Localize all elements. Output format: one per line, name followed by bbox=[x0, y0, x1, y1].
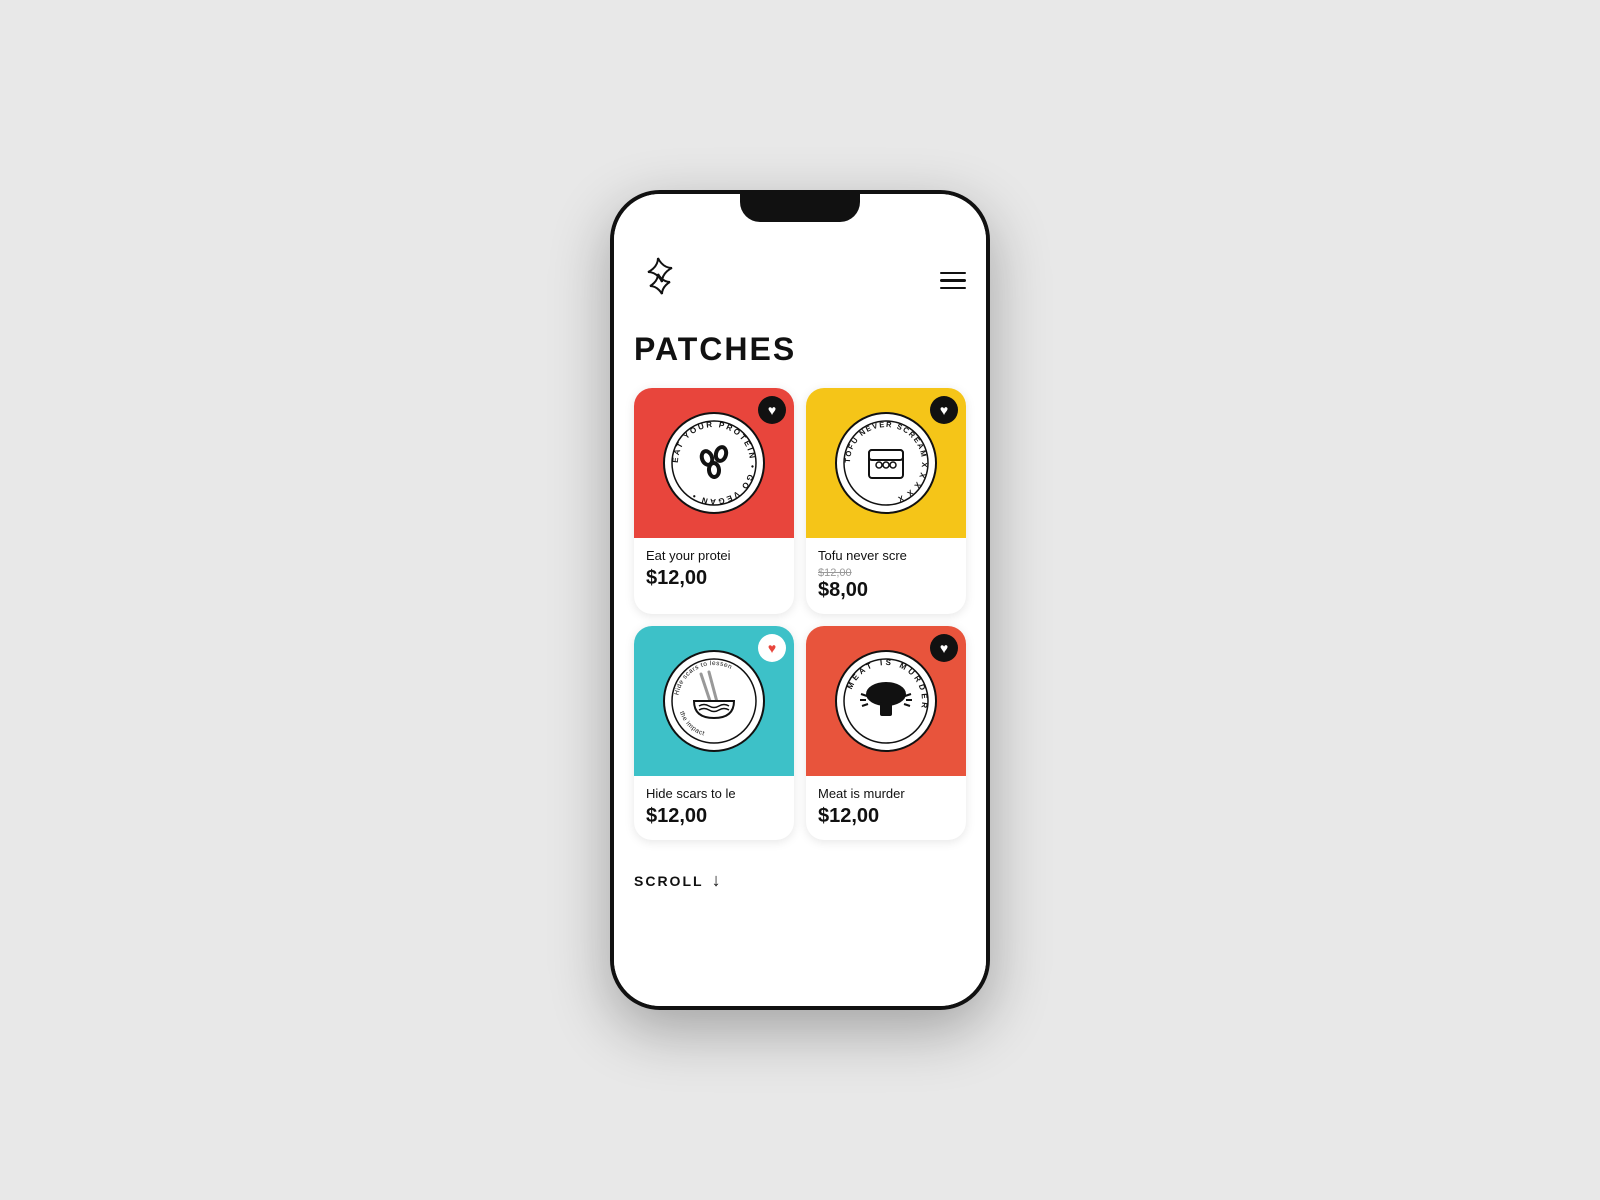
card-name-2: Tofu never scre bbox=[818, 548, 954, 563]
favorite-button-4[interactable]: ♥ bbox=[930, 634, 958, 662]
patch-badge-4: MEAT IS MURDER bbox=[831, 646, 941, 756]
hamburger-line-2 bbox=[940, 279, 966, 282]
patch-card-meat-is-murder[interactable]: ♥ bbox=[806, 626, 966, 840]
favorite-button-2[interactable]: ♥ bbox=[930, 396, 958, 424]
patch-card-hide-scars[interactable]: ♥ bbox=[634, 626, 794, 840]
card-price-2: $8,00 bbox=[818, 579, 954, 602]
card-info-3: Hide scars to le $12,00 bbox=[634, 776, 794, 840]
page-title: PATCHES bbox=[634, 331, 966, 368]
patch-card-tofu[interactable]: ♥ TOFU NEVER SCREAM X X X X X bbox=[806, 388, 966, 614]
card-price-3: $12,00 bbox=[646, 805, 782, 828]
menu-button[interactable] bbox=[940, 272, 966, 290]
card-name-1: Eat your protei bbox=[646, 548, 782, 563]
patch-card-eat-your-protein[interactable]: ♥ EAT YOUR PROTEIN • GO VEGAN • bbox=[634, 388, 794, 614]
header bbox=[634, 244, 966, 307]
patch-badge-2: TOFU NEVER SCREAM X X X X X bbox=[831, 408, 941, 518]
patches-grid: ♥ EAT YOUR PROTEIN • GO VEGAN • bbox=[634, 388, 966, 840]
card-image-teal: ♥ bbox=[634, 626, 794, 776]
patch-badge-3: Hide scars to lessen the impact bbox=[659, 646, 769, 756]
logo[interactable] bbox=[634, 254, 682, 307]
patch-badge-1: EAT YOUR PROTEIN • GO VEGAN • bbox=[659, 408, 769, 518]
hamburger-line-1 bbox=[940, 272, 966, 275]
card-price-1: $12,00 bbox=[646, 567, 782, 590]
hamburger-line-3 bbox=[940, 287, 966, 290]
favorite-button-1[interactable]: ♥ bbox=[758, 396, 786, 424]
original-price-2: $12,00 bbox=[818, 567, 954, 579]
scroll-arrow-icon: ↓ bbox=[712, 870, 721, 891]
phone-frame: PATCHES ♥ EAT YOUR PROTEIN • GO VEGAN • bbox=[610, 190, 990, 1010]
phone-content: PATCHES ♥ EAT YOUR PROTEIN • GO VEGAN • bbox=[614, 194, 986, 1006]
card-price-4: $12,00 bbox=[818, 805, 954, 828]
card-name-3: Hide scars to le bbox=[646, 786, 782, 801]
card-name-4: Meat is murder bbox=[818, 786, 954, 801]
favorite-button-3[interactable]: ♥ bbox=[758, 634, 786, 662]
phone-notch bbox=[740, 194, 860, 222]
scroll-label: SCROLL bbox=[634, 873, 704, 889]
card-info-2: Tofu never scre $12,00 $8,00 bbox=[806, 538, 966, 614]
card-info-4: Meat is murder $12,00 bbox=[806, 776, 966, 840]
card-image-orange: ♥ bbox=[806, 626, 966, 776]
scroll-indicator[interactable]: SCROLL ↓ bbox=[634, 860, 966, 911]
card-info-1: Eat your protei $12,00 bbox=[634, 538, 794, 602]
card-image-yellow: ♥ TOFU NEVER SCREAM X X X X X bbox=[806, 388, 966, 538]
card-image-red: ♥ EAT YOUR PROTEIN • GO VEGAN • bbox=[634, 388, 794, 538]
